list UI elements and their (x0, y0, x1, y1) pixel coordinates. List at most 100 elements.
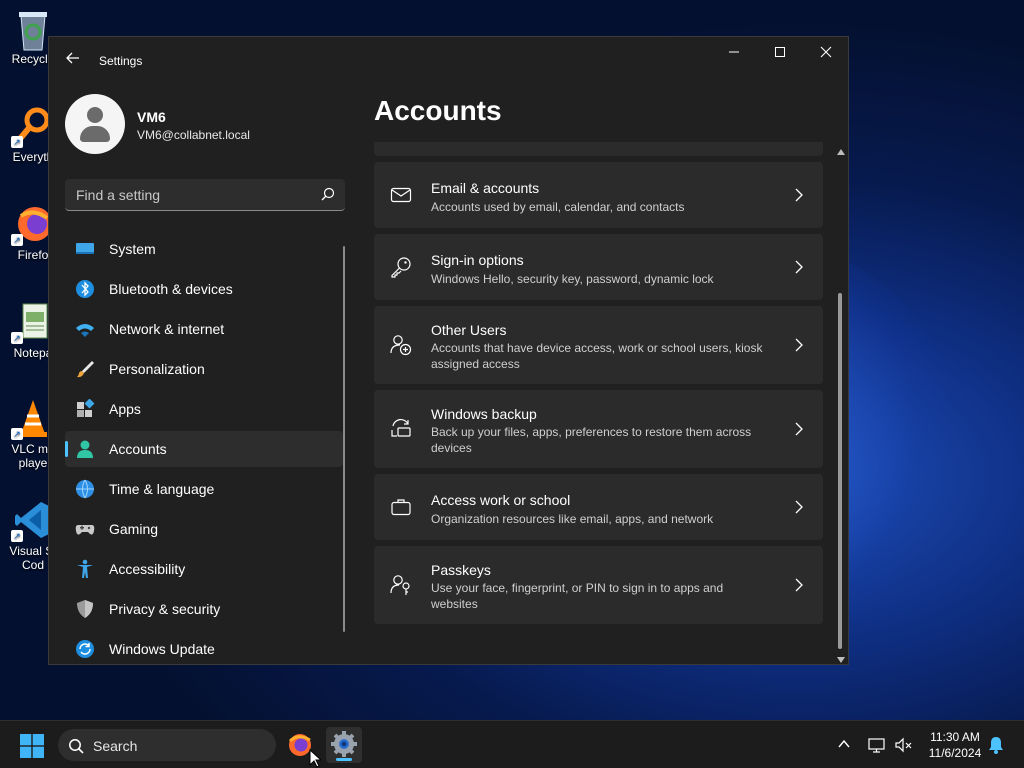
system-icon (76, 243, 94, 254)
maximize-icon (775, 47, 785, 57)
scroll-down-icon[interactable] (837, 657, 845, 663)
accounts-settings-list: Email & accounts Accounts used by email,… (374, 142, 824, 662)
windows-logo-icon (20, 734, 44, 758)
active-indicator (65, 441, 68, 457)
sidebar-item-bluetooth[interactable]: Bluetooth & devices (65, 271, 343, 307)
card-description: Accounts that have device access, work o… (431, 341, 763, 371)
sidebar-item-label: Accounts (109, 441, 167, 457)
card-other-users[interactable]: Other Users Accounts that have device ac… (374, 306, 823, 384)
volume-muted-icon[interactable] (894, 735, 914, 755)
card-description: Windows Hello, security key, password, d… (431, 272, 714, 286)
maximize-button[interactable] (757, 37, 803, 69)
key-icon (391, 257, 411, 278)
notepad-icon: ↗ (11, 302, 53, 344)
chevron-up-icon[interactable] (837, 737, 851, 751)
card-windows-backup[interactable]: Windows backup Back up your files, apps,… (374, 390, 823, 468)
taskbar-search[interactable]: Search (58, 729, 276, 761)
sidebar-item-label: Windows Update (109, 641, 215, 657)
avatar-head (87, 107, 103, 123)
card-email-accounts[interactable]: Email & accounts Accounts used by email,… (374, 162, 823, 228)
sidebar-item-label: Accessibility (109, 561, 186, 577)
network-status-icon[interactable] (867, 735, 887, 755)
bluetooth-icon (76, 280, 94, 298)
profile-name: VM6 (137, 109, 166, 125)
network-icon (76, 324, 94, 337)
taskbar-clock[interactable]: 11:30 AM 11/6/2024 (918, 729, 992, 761)
sidebar-item-label: Gaming (109, 521, 159, 537)
sidebar-item-label: Apps (109, 401, 141, 417)
sidebar-item-privacy-security[interactable]: Privacy & security (65, 591, 343, 627)
card-title: Other Users (431, 322, 507, 338)
shortcut-arrow-icon: ↗ (11, 530, 23, 542)
sidebar-item-accessibility[interactable]: Accessibility (65, 551, 343, 587)
card-description: Use your face, fingerprint, or PIN to si… (431, 581, 724, 611)
update-icon (76, 640, 94, 658)
vscode-icon: ↗ (11, 500, 53, 542)
notification-bell-icon[interactable] (988, 736, 1004, 754)
accounts-icon (77, 440, 93, 458)
sidebar-item-label: Privacy & security (109, 601, 221, 617)
card-description: Accounts used by email, calendar, and co… (431, 200, 685, 214)
firefox-icon: ↗ (11, 204, 53, 246)
chevron-right-icon (795, 578, 803, 592)
desktop-icon-label: Firefo (17, 248, 49, 262)
settings-window: Settings VM6 VM6@collabnet.local System … (48, 36, 849, 665)
card-partial (374, 142, 823, 156)
vlc-icon: ↗ (11, 398, 53, 440)
shortcut-arrow-icon: ↗ (11, 234, 23, 246)
mail-icon (390, 187, 412, 203)
search-icon (69, 739, 84, 754)
clock-time: 11:30 AM (930, 730, 980, 744)
taskbar-app-settings[interactable] (326, 727, 362, 763)
desktop-icon-label: Notepa (13, 346, 53, 360)
chevron-right-icon (795, 338, 803, 352)
globe-clock-icon (76, 479, 94, 499)
close-button[interactable] (803, 37, 848, 69)
shield-icon (77, 600, 93, 618)
card-access-work-school[interactable]: Access work or school Organization resou… (374, 474, 823, 540)
card-sign-in-options[interactable]: Sign-in options Windows Hello, security … (374, 234, 823, 300)
backup-icon (391, 418, 411, 437)
minimize-button[interactable] (711, 37, 757, 69)
sidebar-scrollbar[interactable] (343, 246, 345, 632)
back-button[interactable] (63, 51, 83, 71)
shortcut-arrow-icon: ↗ (11, 332, 23, 344)
app-title: Settings (99, 54, 143, 68)
briefcase-icon (391, 499, 411, 516)
sidebar-item-label: Bluetooth & devices (109, 281, 233, 297)
sidebar-item-network[interactable]: Network & internet (65, 311, 343, 347)
sidebar-item-gaming[interactable]: Gaming (65, 511, 343, 547)
avatar[interactable] (65, 94, 125, 154)
sidebar-item-accounts[interactable]: Accounts (65, 431, 343, 467)
search-icon[interactable] (321, 187, 335, 201)
find-setting-input[interactable] (65, 179, 315, 210)
sidebar-item-label: Network & internet (109, 321, 225, 337)
card-passkeys[interactable]: Passkeys Use your face, fingerprint, or … (374, 546, 823, 624)
everything-search-icon: ↗ (11, 106, 53, 148)
sidebar-item-label: System (109, 241, 156, 257)
sidebar-item-system[interactable]: System (65, 231, 343, 267)
passkey-icon (390, 575, 410, 595)
chevron-right-icon (795, 188, 803, 202)
profile-email: VM6@collabnet.local (137, 128, 250, 142)
card-title: Sign-in options (431, 252, 524, 268)
mouse-cursor-icon (309, 749, 321, 768)
avatar-body (80, 126, 110, 142)
sidebar-item-time-language[interactable]: Time & language (65, 471, 343, 507)
recycle-bin-icon (13, 8, 53, 51)
sidebar-item-personalization[interactable]: Personalization (65, 351, 343, 387)
find-setting-box[interactable] (65, 179, 345, 211)
scroll-up-icon[interactable] (837, 149, 845, 155)
sidebar-item-apps[interactable]: Apps (65, 391, 343, 427)
content-scrollbar[interactable] (836, 145, 846, 664)
sidebar-item-label: Time & language (109, 481, 215, 497)
apps-icon (77, 399, 95, 417)
scroll-thumb[interactable] (838, 293, 842, 649)
title-bar[interactable]: Settings (49, 37, 848, 87)
sidebar-item-windows-update[interactable]: Windows Update (65, 631, 343, 664)
add-user-icon (390, 335, 412, 356)
taskbar: Search 11:30 AM 11/6/2024 (0, 720, 1024, 768)
page-title: Accounts (374, 95, 502, 126)
start-button[interactable] (20, 734, 44, 758)
chevron-right-icon (795, 500, 803, 514)
